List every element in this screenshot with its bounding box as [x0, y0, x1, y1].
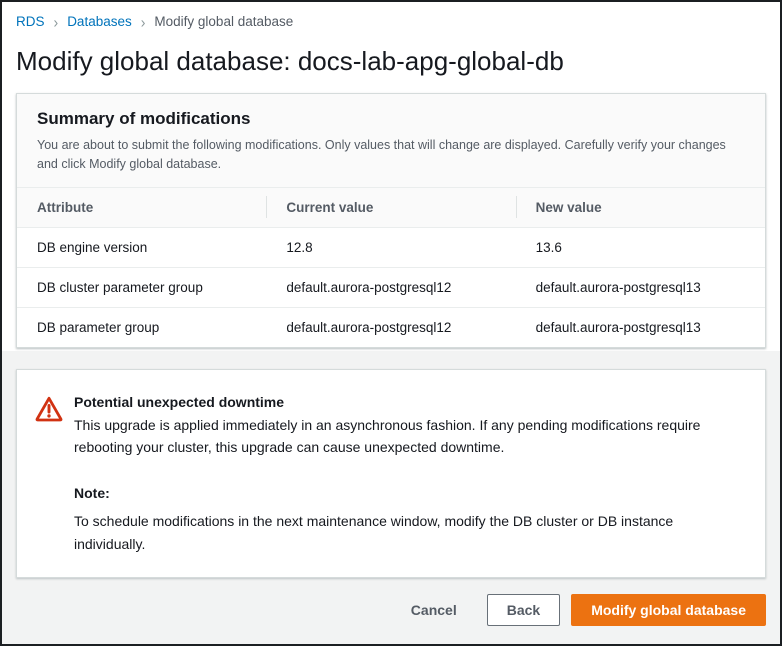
action-buttons-row: Cancel Back Modify global database — [16, 594, 766, 626]
table-row: DB cluster parameter group default.auror… — [17, 267, 765, 307]
modify-global-database-button[interactable]: Modify global database — [571, 594, 766, 626]
breadcrumb-link-databases[interactable]: Databases — [67, 14, 132, 29]
breadcrumb-link-rds[interactable]: RDS — [16, 14, 45, 29]
page-header: RDS › Databases › Modify global database… — [2, 2, 780, 77]
cell-current-value: 12.8 — [266, 227, 515, 267]
cell-attribute: DB parameter group — [17, 307, 266, 347]
table-row: DB parameter group default.aurora-postgr… — [17, 307, 765, 347]
cell-new-value: default.aurora-postgresql13 — [516, 307, 765, 347]
cancel-button[interactable]: Cancel — [409, 596, 459, 624]
table-row: DB engine version 12.8 13.6 — [17, 227, 765, 267]
breadcrumb-current: Modify global database — [154, 14, 293, 29]
note-text: To schedule modifications in the next ma… — [74, 510, 714, 555]
warning-content: Potential unexpected downtime This upgra… — [74, 392, 741, 556]
breadcrumb: RDS › Databases › Modify global database — [16, 14, 766, 29]
cell-attribute: DB engine version — [17, 227, 266, 267]
modifications-table: Attribute Current value New value DB eng… — [17, 188, 765, 347]
page-title: Modify global database: docs-lab-apg-glo… — [16, 46, 766, 77]
cell-new-value: 13.6 — [516, 227, 765, 267]
warning-text: This upgrade is applied immediately in a… — [74, 414, 729, 459]
cell-attribute: DB cluster parameter group — [17, 267, 266, 307]
summary-card-header: Summary of modifications You are about t… — [17, 94, 765, 188]
note-label: Note: — [74, 485, 741, 501]
downtime-warning-card: Potential unexpected downtime This upgra… — [16, 369, 766, 579]
warning-triangle-icon — [35, 395, 63, 428]
summary-card-description: You are about to submit the following mo… — [37, 136, 745, 174]
cell-current-value: default.aurora-postgresql12 — [266, 307, 515, 347]
table-header-row: Attribute Current value New value — [17, 188, 765, 228]
cell-new-value: default.aurora-postgresql13 — [516, 267, 765, 307]
modify-global-database-page: RDS › Databases › Modify global database… — [0, 0, 782, 646]
summary-of-modifications-card: Summary of modifications You are about t… — [16, 93, 766, 348]
breadcrumb-separator-icon: › — [141, 14, 146, 29]
breadcrumb-separator-icon: › — [54, 14, 59, 29]
summary-card-title: Summary of modifications — [37, 109, 745, 129]
column-header-attribute: Attribute — [17, 188, 266, 228]
back-button[interactable]: Back — [487, 594, 560, 626]
column-header-new-value: New value — [516, 188, 765, 228]
cell-current-value: default.aurora-postgresql12 — [266, 267, 515, 307]
warning-title: Potential unexpected downtime — [74, 392, 741, 412]
lower-section: Potential unexpected downtime This upgra… — [2, 351, 780, 645]
column-header-current-value: Current value — [266, 188, 515, 228]
